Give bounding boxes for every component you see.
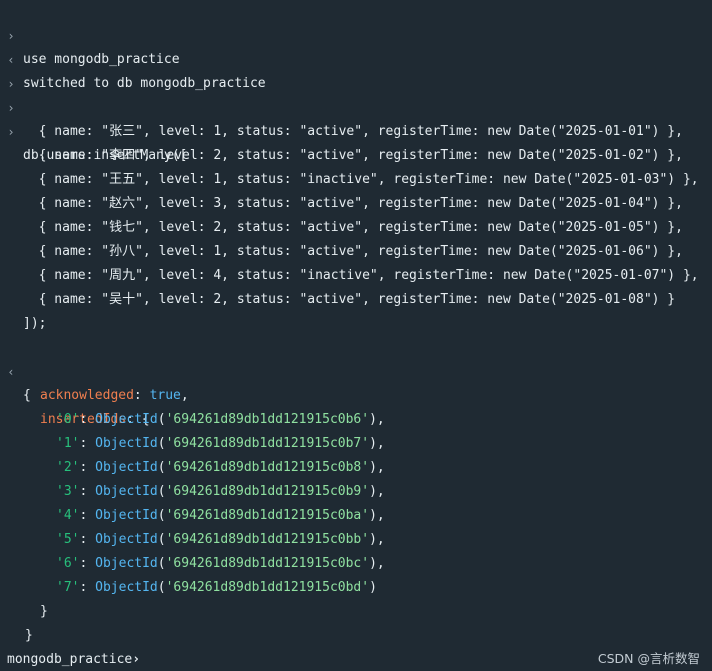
- id-key: '1': [56, 436, 80, 451]
- prompt-chevron-icon: ›: [132, 652, 141, 667]
- objectid-value: '694261d89db1dd121915c0b9': [165, 484, 370, 499]
- acknowledged-key: acknowledged: [40, 388, 134, 403]
- objectid-value: '694261d89db1dd121915c0ba': [165, 508, 370, 523]
- document-text: { name: "张三", level: 1, status: "active"…: [23, 124, 683, 139]
- history-line: › use mongodb_practice: [0, 0, 179, 67]
- objectid-value: '694261d89db1dd121915c0bd': [165, 580, 370, 595]
- result-open-line: ‹ {: [0, 336, 31, 403]
- history-line: ›: [0, 72, 31, 115]
- outer-close-brace: }: [25, 628, 33, 643]
- id-key: '0': [56, 412, 80, 427]
- id-key: '5': [56, 532, 80, 547]
- objectid-fn: ObjectId: [95, 508, 158, 523]
- objectid-fn: ObjectId: [95, 460, 158, 475]
- objectid-value: '694261d89db1dd121915c0bb': [165, 532, 370, 547]
- objectid-fn: ObjectId: [95, 484, 158, 499]
- document-text: { name: "钱七", level: 2, status: "active"…: [23, 220, 683, 235]
- objectid-fn: ObjectId: [95, 580, 158, 595]
- document-text: { name: "李四", level: 2, status: "active"…: [23, 148, 683, 163]
- objectid-fn: ObjectId: [95, 532, 158, 547]
- objectid-value: '694261d89db1dd121915c0b8': [165, 460, 370, 475]
- document-text: { name: "赵六", level: 3, status: "active"…: [23, 196, 683, 211]
- id-key: '3': [56, 484, 80, 499]
- prompt-db-name: mongodb_practice: [7, 652, 133, 667]
- inserted-ids-line: insertedIds: {: [40, 412, 150, 427]
- document-text: { name: "吴十", level: 2, status: "active"…: [23, 292, 676, 307]
- objectid-fn: ObjectId: [95, 412, 158, 427]
- watermark: CSDN @言析数智: [597, 651, 700, 666]
- acknowledged-value: true: [149, 388, 181, 403]
- objectid-fn: ObjectId: [95, 556, 158, 571]
- objectid-value: '694261d89db1dd121915c0bc': [165, 556, 370, 571]
- id-key: '4': [56, 508, 80, 523]
- document-text: { name: "孙八", level: 1, status: "active"…: [23, 244, 683, 259]
- id-key: '6': [56, 556, 80, 571]
- inner-close-brace: }: [40, 604, 48, 619]
- id-key: '2': [56, 460, 80, 475]
- document-text: { name: "周九", level: 4, status: "inactiv…: [23, 268, 699, 283]
- document-text: { name: "王五", level: 1, status: "inactiv…: [23, 172, 699, 187]
- acknowledged-line: acknowledged: true,: [40, 388, 189, 403]
- objectid-value: '694261d89db1dd121915c0b7': [165, 436, 370, 451]
- command-text: use mongodb_practice: [23, 52, 180, 67]
- output-text: switched to db mongodb_practice: [23, 76, 266, 91]
- input-chevron-icon: ›: [7, 125, 15, 139]
- close-call-text: ]);: [23, 316, 47, 331]
- history-line: ‹ switched to db mongodb_practice: [0, 24, 265, 91]
- history-line: › db.users.insertMany([: [0, 96, 187, 163]
- shell-prompt[interactable]: mongodb_practice›: [7, 649, 140, 671]
- history-line: ›: [0, 48, 31, 91]
- objectid-fn: ObjectId: [95, 436, 158, 451]
- id-key: '7': [56, 580, 80, 595]
- objectid-value: '694261d89db1dd121915c0b6': [165, 412, 370, 427]
